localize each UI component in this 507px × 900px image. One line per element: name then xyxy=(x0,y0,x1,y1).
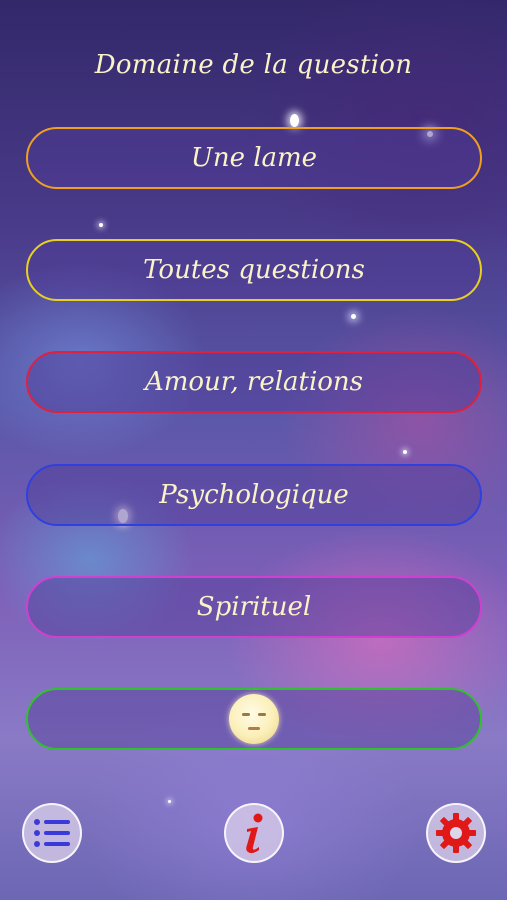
info-icon xyxy=(246,813,263,854)
choice-amour-relations-button[interactable]: Amour, relations xyxy=(26,351,482,413)
choice-label: Amour, relations xyxy=(144,367,364,397)
choice-psychologique-button[interactable]: Psychologique xyxy=(26,464,482,526)
menu-button[interactable] xyxy=(22,803,82,863)
star-sparkle xyxy=(99,223,103,227)
info-button[interactable] xyxy=(224,803,284,863)
choice-label: Psychologique xyxy=(159,480,349,510)
choice-label: Toutes questions xyxy=(143,255,365,285)
star-sparkle xyxy=(168,800,171,803)
moon-face-icon xyxy=(229,694,279,744)
page-title: Domaine de la question xyxy=(94,50,413,80)
star-sparkle xyxy=(290,114,299,127)
gear-icon xyxy=(436,813,476,853)
star-sparkle xyxy=(351,314,356,319)
star-sparkle xyxy=(403,450,407,454)
list-icon xyxy=(34,819,70,847)
choice-label: Une lame xyxy=(190,143,318,173)
choice-label: Spirituel xyxy=(196,592,312,622)
settings-button[interactable] xyxy=(426,803,486,863)
choice-spirituel-button[interactable]: Spirituel xyxy=(26,576,482,638)
choice-une-lame-button[interactable]: Une lame xyxy=(26,127,482,189)
choice-toutes-questions-button[interactable]: Toutes questions xyxy=(26,239,482,301)
choice-moon-button[interactable] xyxy=(26,688,482,750)
